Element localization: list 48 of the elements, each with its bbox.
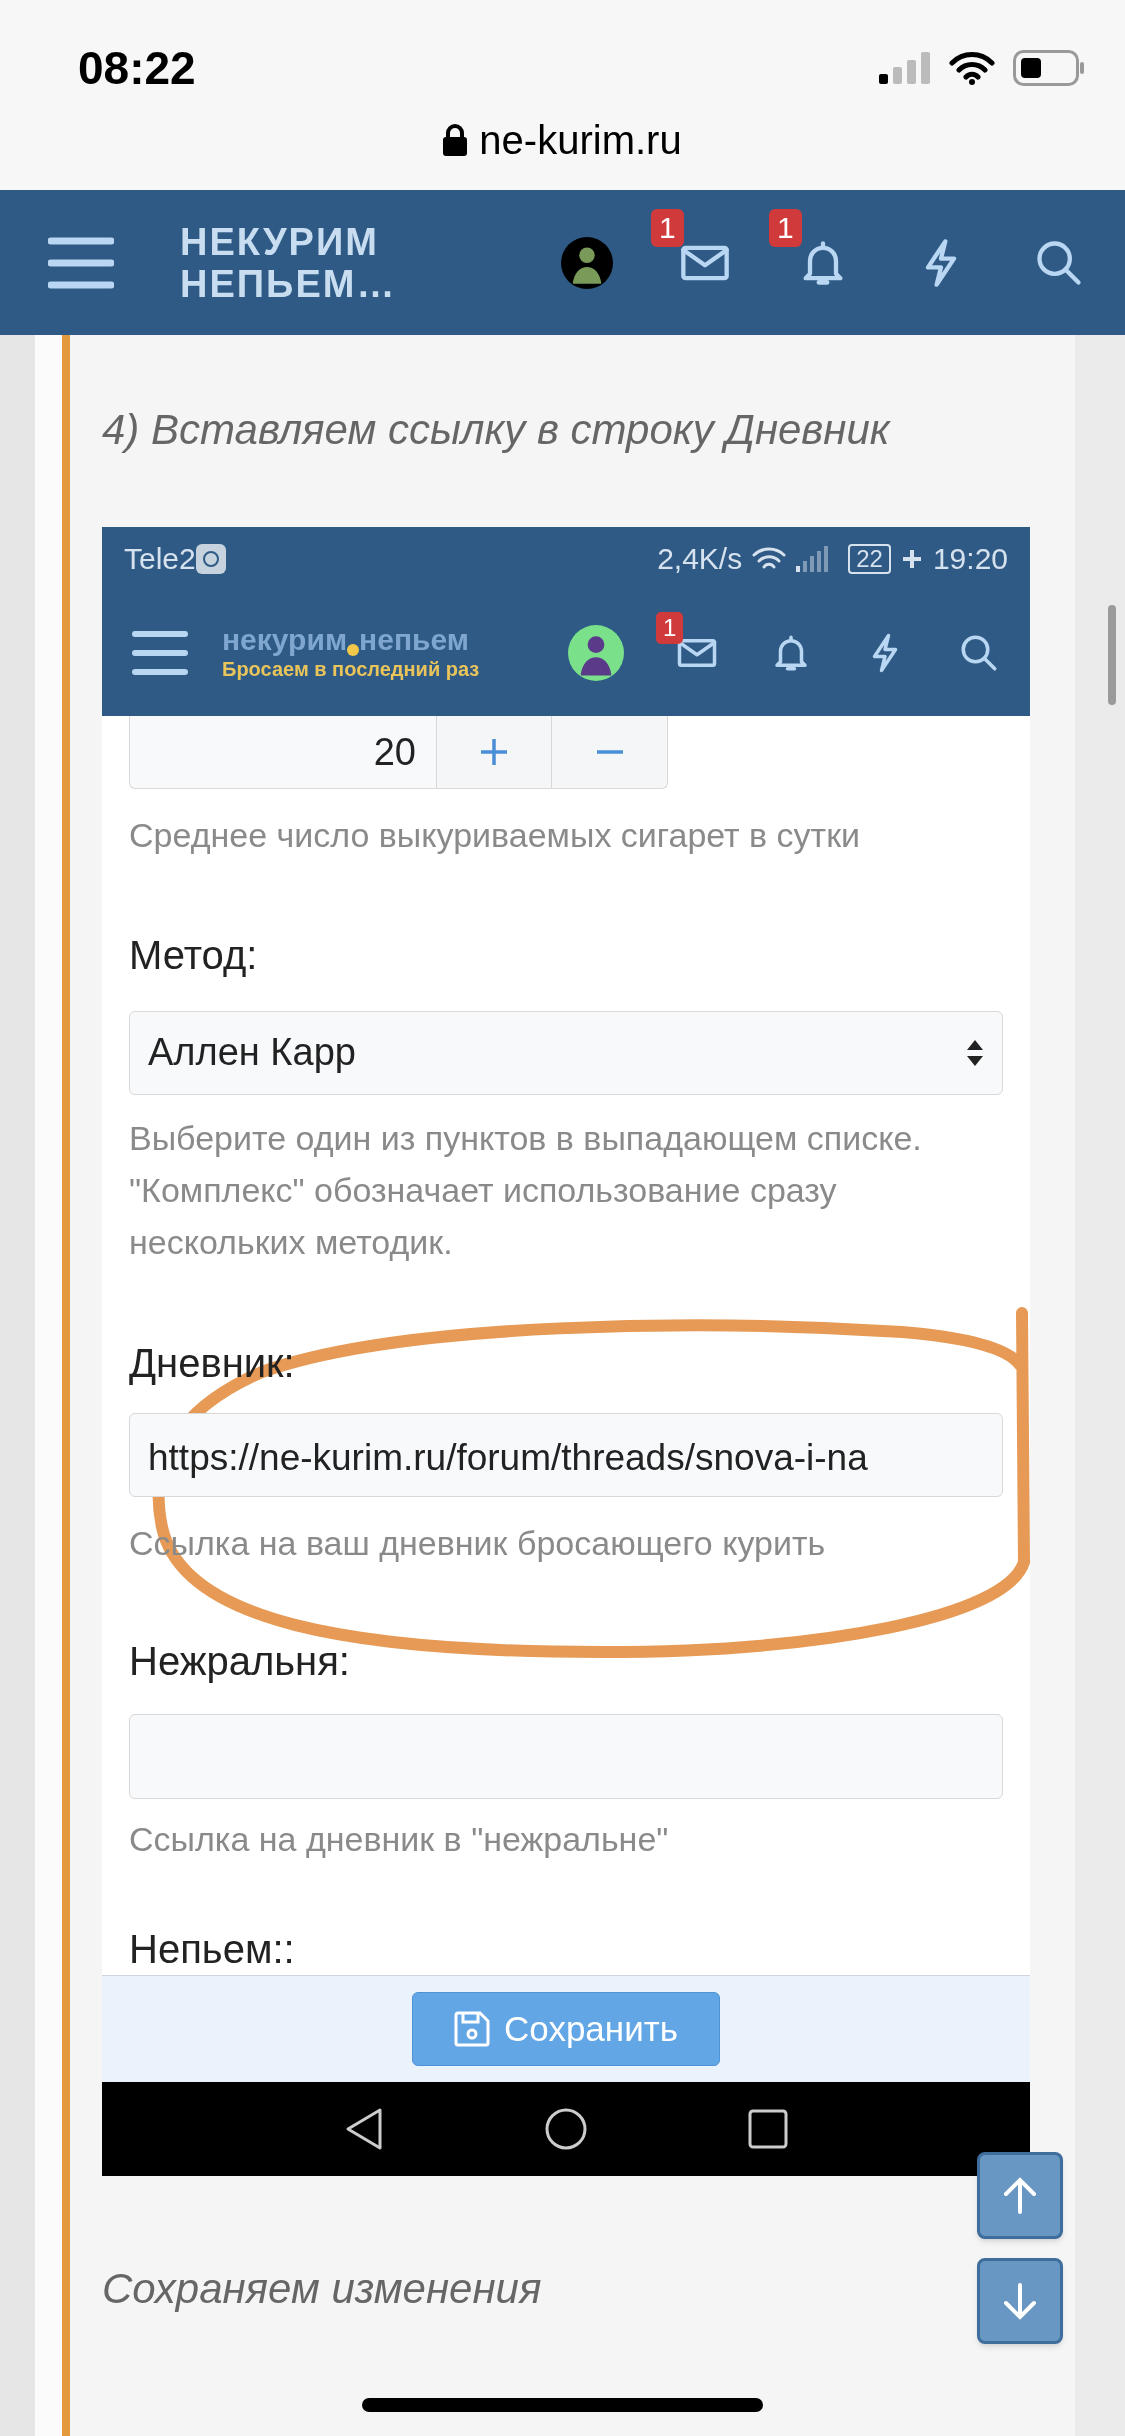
minus-icon [594,750,625,754]
notification-badge: 1 [656,612,684,644]
scrollbar-thumb[interactable] [1108,605,1116,705]
floppy-disk-icon [454,2011,491,2047]
field-label: Метод: [129,932,258,979]
field-hint: Выберите один из пунктов в выпадающем списке. "Комплекс" обозначает использование сразу нескольких методик. [129,1117,923,1263]
signal-icon [796,545,831,572]
notification-badge: 1 [651,208,684,247]
avatar-icon[interactable] [561,236,613,289]
back-icon[interactable] [344,2107,384,2151]
number-field[interactable]: 20 [129,716,437,789]
logo-text: некурим [222,624,348,656]
input-field[interactable]: https://ne-kurim.ru/forum/threads/snova-i-na [129,1412,1003,1498]
scroll-down-button[interactable] [977,2258,1063,2344]
carrier-badge-icon [195,543,226,574]
status-time: 08:22 [78,41,196,96]
signal-icon [879,52,931,84]
field-hint: Ссылка на дневник в "нежральне" [129,1819,669,1860]
address-url[interactable]: ne-kurim.ru [479,115,682,165]
logo-text: НЕКУРИМ [180,220,380,263]
menu-icon[interactable] [132,630,188,676]
post-caption: Сохраняем изменения [102,2264,542,2314]
status-time: 19:20 [932,541,1008,577]
scroll-up-button[interactable] [977,2152,1063,2239]
dot-icon [347,644,360,656]
menu-icon[interactable] [48,236,114,289]
home-icon[interactable] [544,2107,588,2151]
field-hint: Среднее число выкуриваемых сигарет в сутки [129,815,861,856]
charging-icon [900,547,923,570]
field-label: Нежральня: [129,1638,350,1686]
select-field[interactable]: Аллен Карр [129,1011,1003,1095]
logo-tagline: Бросаем в последний раз [222,657,480,682]
wifi-icon [949,51,995,85]
post-heading: 4) Вставляем ссылку в строку Дневник [102,405,892,455]
plus-icon [479,737,509,767]
battery-level: 22 [848,543,891,574]
lock-icon [443,124,468,156]
notification-badge: 1 [769,208,802,247]
network-speed: 2,4K/s [657,541,743,577]
avatar-icon[interactable] [568,625,624,681]
recent-apps-icon[interactable] [748,2109,788,2149]
logo-text: непьем [359,624,469,656]
field-label: Непьем:: [129,1926,295,1973]
logo-text: НЕПЬЕМ… [180,262,397,305]
battery-icon [1013,50,1085,86]
carrier-name: Tele2 [124,541,196,577]
input-field[interactable] [129,1714,1003,1799]
field-label: Дневник: [129,1339,295,1387]
